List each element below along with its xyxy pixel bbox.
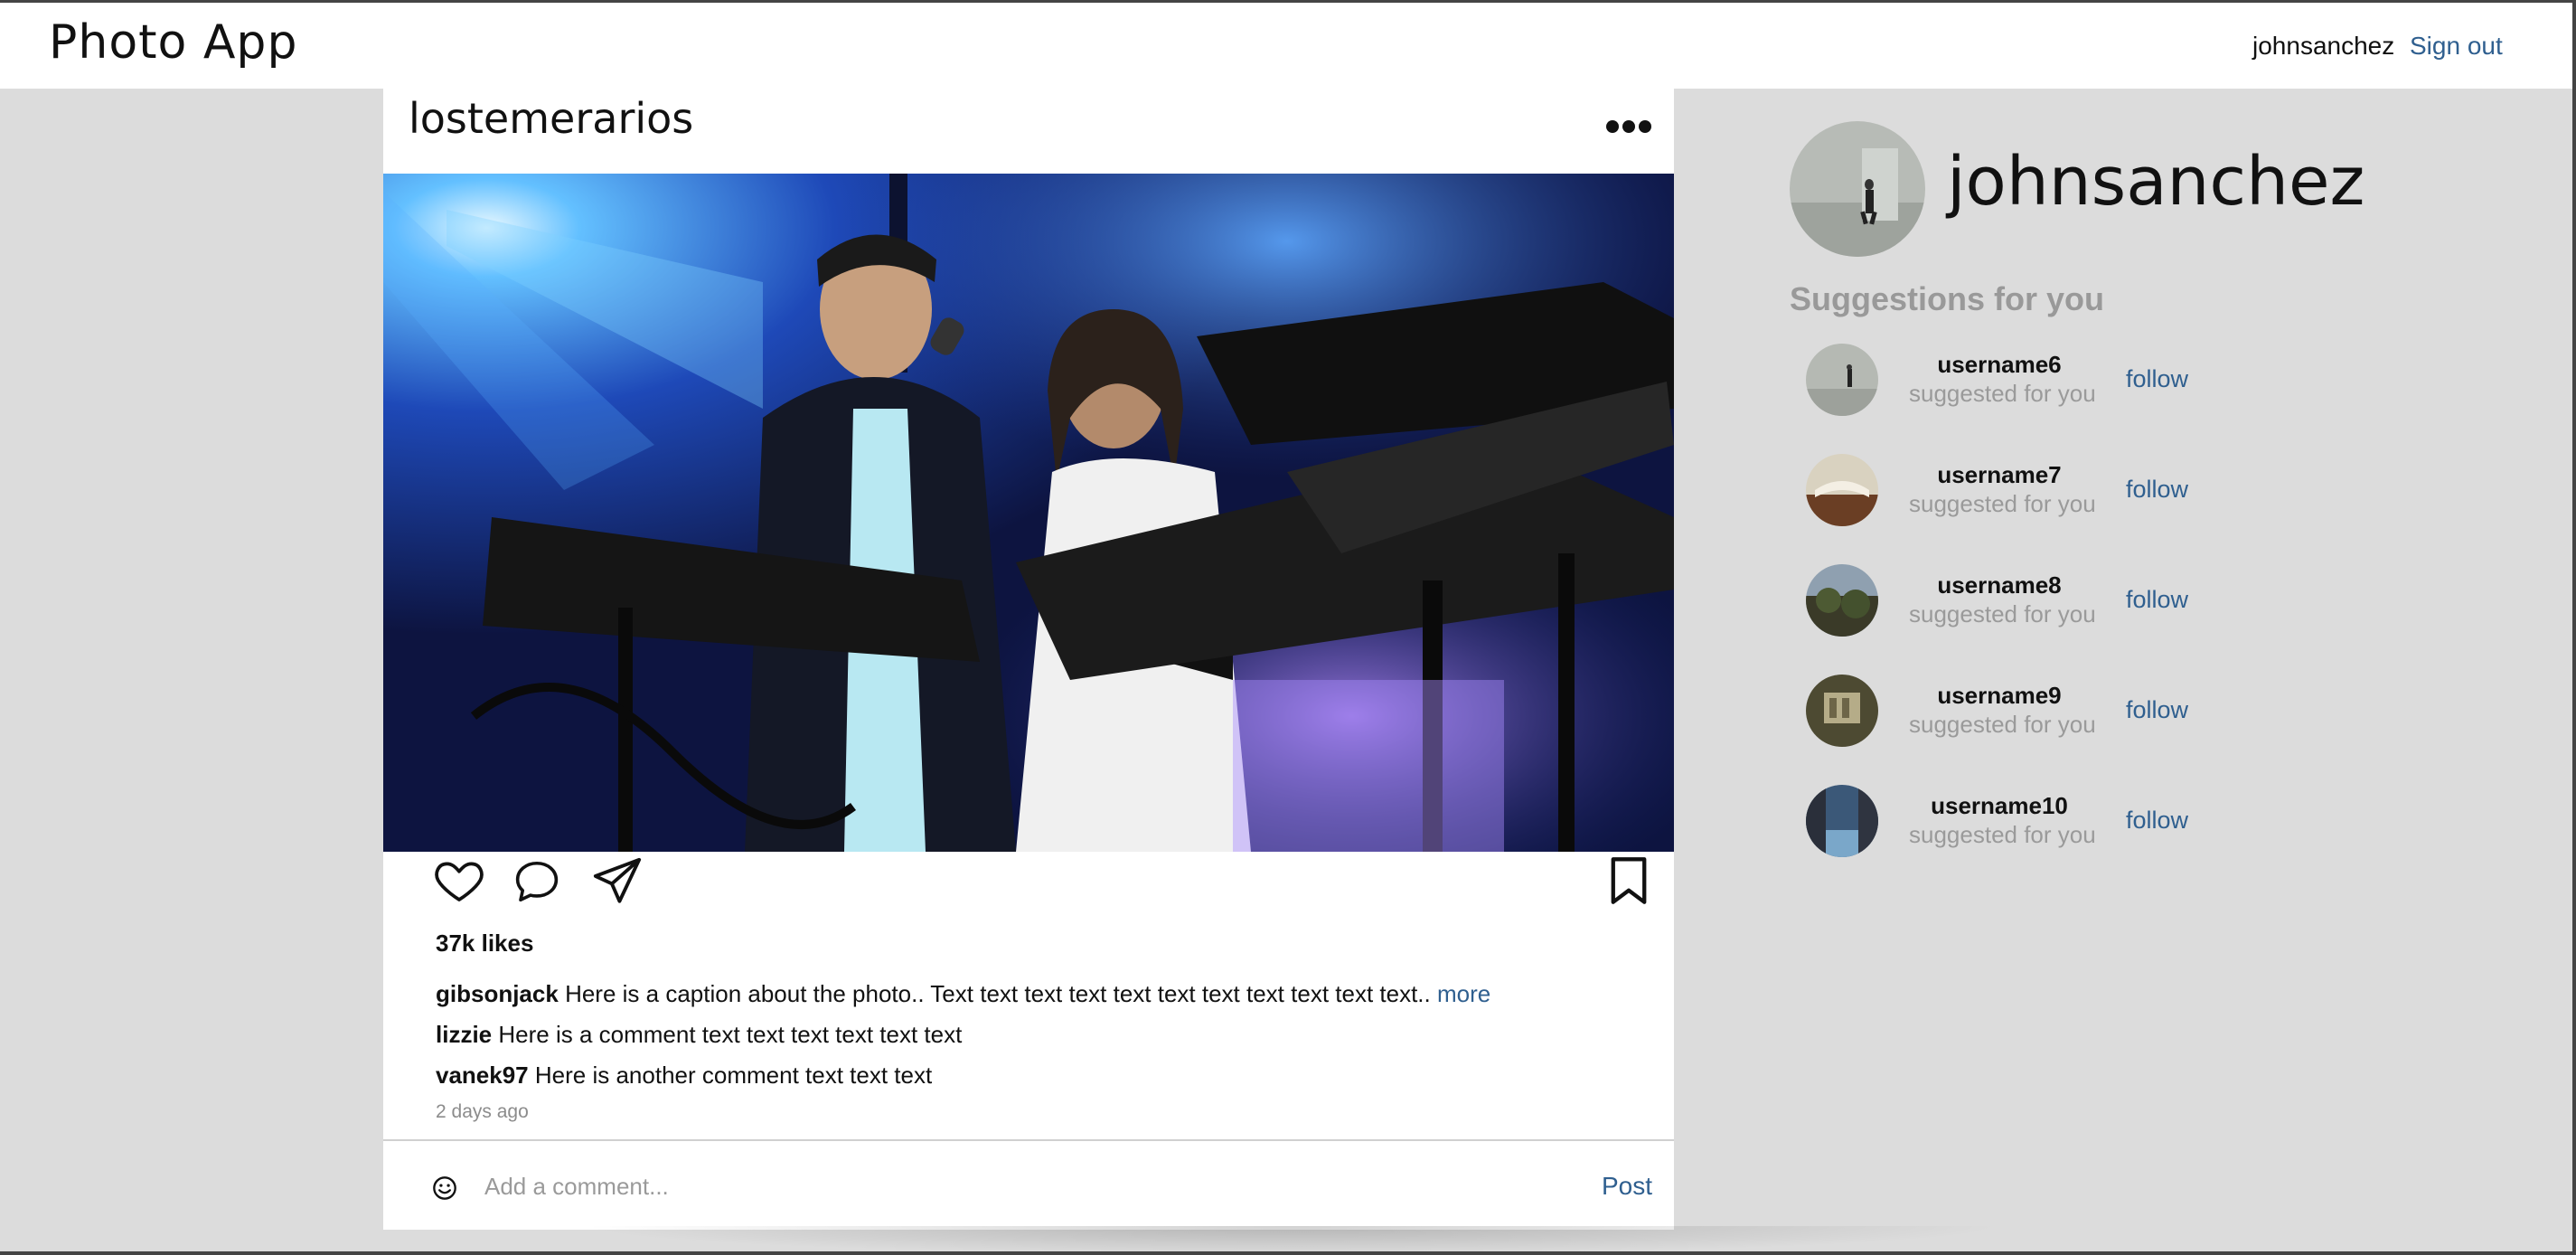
suggestion-username[interactable]: username10 <box>1909 792 2090 820</box>
share-send-icon[interactable] <box>591 855 644 908</box>
suggestion-username[interactable]: username8 <box>1909 571 2090 599</box>
suggestion-avatar[interactable] <box>1806 675 1878 747</box>
comment-author[interactable]: lizzie <box>436 1021 492 1048</box>
avatar-image <box>1806 785 1878 857</box>
suggestion-subtitle: suggested for you <box>1909 711 2096 738</box>
more-options-icon[interactable] <box>1605 114 1652 139</box>
emoji-smiley-icon[interactable] <box>432 1175 457 1201</box>
suggestion-item: username10 suggested for you follow <box>1806 785 2258 861</box>
comment-row: vanek97 Here is another comment text tex… <box>436 1062 932 1090</box>
suggestion-subtitle: suggested for you <box>1909 821 2096 848</box>
follow-button[interactable]: follow <box>2126 476 2188 504</box>
comment-text: Here is another comment text text text <box>534 1062 933 1089</box>
suggestion-item: username7 suggested for you follow <box>1806 454 2258 530</box>
comment-row: lizzie Here is a comment text text text … <box>436 1021 962 1049</box>
like-heart-icon[interactable] <box>434 855 484 906</box>
suggestion-avatar[interactable] <box>1806 344 1878 416</box>
follow-button[interactable]: follow <box>2126 586 2188 614</box>
post-card: lostemerarios 37k likes gibsonjack Here … <box>383 89 1674 1230</box>
add-comment-bar: Post <box>383 1141 1674 1230</box>
window-border-right <box>2572 0 2576 1255</box>
avatar-image <box>1806 675 1878 747</box>
post-timestamp: 2 days ago <box>436 1101 529 1122</box>
suggestion-item: username8 suggested for you follow <box>1806 564 2258 640</box>
suggestion-username[interactable]: username9 <box>1909 682 2090 710</box>
add-comment-input[interactable] <box>483 1163 1477 1210</box>
comment-text: Here is a comment text text text text te… <box>498 1021 963 1048</box>
comment-author[interactable]: vanek97 <box>436 1062 529 1089</box>
comment-bubble-icon[interactable] <box>512 857 562 906</box>
follow-button[interactable]: follow <box>2126 696 2188 724</box>
suggestion-avatar[interactable] <box>1806 564 1878 637</box>
caption-line: gibsonjack Here is a caption about the p… <box>436 980 1490 1008</box>
profile-username[interactable]: johnsanchez <box>1947 143 2364 221</box>
follow-button[interactable]: follow <box>2126 807 2188 835</box>
bookmark-icon[interactable] <box>1609 855 1649 906</box>
suggestion-avatar[interactable] <box>1806 454 1878 526</box>
avatar-image <box>1806 454 1878 526</box>
top-navbar: Photo App johnsanchez Sign out <box>0 0 2576 89</box>
suggestion-avatar[interactable] <box>1806 785 1878 857</box>
avatar-image <box>1790 121 1925 257</box>
post-author[interactable]: lostemerarios <box>409 94 693 143</box>
follow-button[interactable]: follow <box>2126 365 2188 393</box>
post-actions <box>383 855 1674 919</box>
profile-avatar[interactable] <box>1790 121 1925 257</box>
suggestion-subtitle: suggested for you <box>1909 600 2096 628</box>
app-brand[interactable]: Photo App <box>49 15 297 70</box>
suggestion-item: username6 suggested for you follow <box>1806 344 2258 420</box>
suggestion-item: username9 suggested for you follow <box>1806 675 2258 750</box>
suggestion-username[interactable]: username6 <box>1909 351 2090 379</box>
suggestion-username[interactable]: username7 <box>1909 461 2090 489</box>
caption-author[interactable]: gibsonjack <box>436 980 559 1007</box>
suggestion-subtitle: suggested for you <box>1909 380 2096 407</box>
window-border-bottom <box>0 1251 2576 1255</box>
avatar-image <box>1806 564 1878 637</box>
likes-count[interactable]: 37k likes <box>436 929 533 958</box>
post-header: lostemerarios <box>383 89 1674 174</box>
avatar-image <box>1806 344 1878 416</box>
signout-link[interactable]: Sign out <box>2410 32 2503 61</box>
post-image[interactable] <box>383 174 1674 852</box>
concert-photo-image <box>383 174 1674 852</box>
suggestions-title: Suggestions for you <box>1790 280 2105 317</box>
caption-text: Here is a caption about the photo.. Text… <box>565 980 1431 1007</box>
caption-more-link[interactable]: more <box>1437 980 1490 1007</box>
nav-username[interactable]: johnsanchez <box>2252 32 2394 61</box>
post-comment-button[interactable]: Post <box>1602 1172 1652 1201</box>
suggestion-subtitle: suggested for you <box>1909 490 2096 517</box>
